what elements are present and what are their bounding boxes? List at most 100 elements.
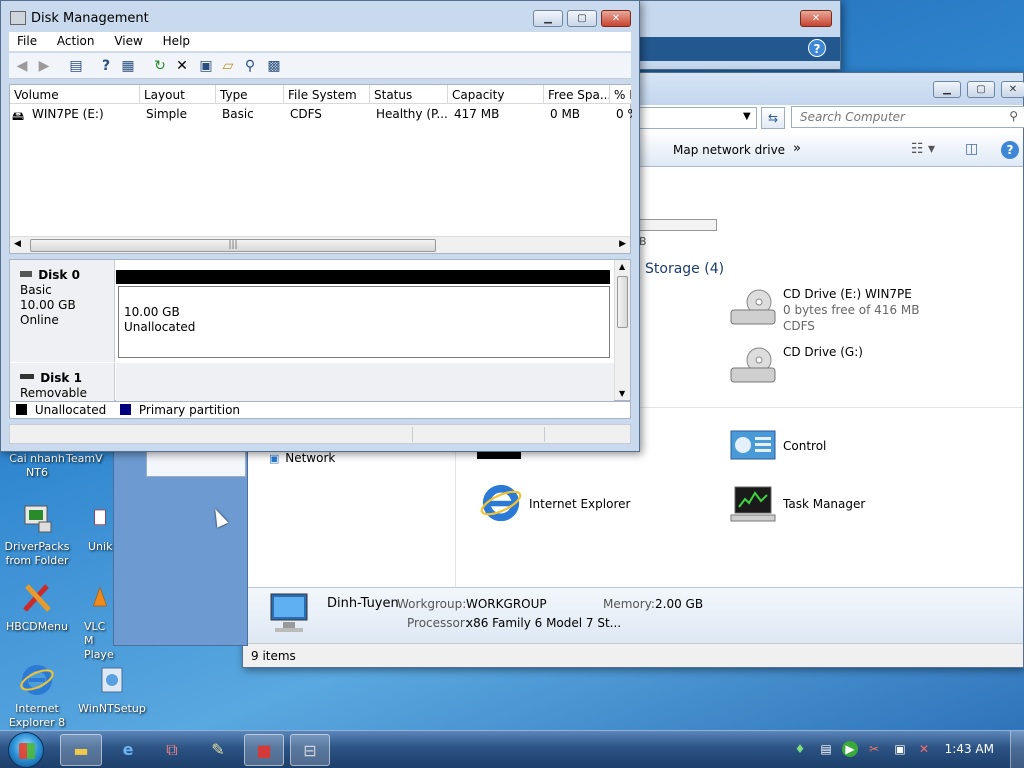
back-icon[interactable]: ◀ xyxy=(13,57,31,75)
tray-volume-muted-icon[interactable]: ✕ xyxy=(916,741,932,757)
col-capacity[interactable]: Capacity xyxy=(448,85,544,104)
menu-bar: File Action View Help xyxy=(9,32,631,52)
col-type[interactable]: Type xyxy=(216,85,284,104)
taskbar: ▬ e ⧉ ✎ ■ ⊟ ♦ ▤ ▶ ✂ ▣ ✕ 1:43 AM xyxy=(0,730,1024,768)
open-folder-icon[interactable]: ▱ xyxy=(219,57,237,75)
taskbar-pin-tool[interactable]: ✎ xyxy=(198,734,238,766)
map-network-drive-button[interactable]: Map network drive xyxy=(673,143,785,157)
taskbar-disk-management[interactable]: ⊟ xyxy=(290,734,330,766)
taskbar-toolbox[interactable]: ■ xyxy=(244,734,284,766)
scrollbar-thumb[interactable]: ||| xyxy=(30,239,436,252)
menu-help[interactable]: Help xyxy=(155,32,198,50)
close-button[interactable]: ✕ xyxy=(601,10,631,27)
removable-disk-icon xyxy=(20,374,34,379)
disk0-partition[interactable]: 10.00 GB Unallocated xyxy=(118,286,610,358)
maximize-button[interactable]: ▢ xyxy=(567,10,597,27)
taskbar-internet-explorer[interactable]: e xyxy=(108,734,148,766)
volume-list: Volume Layout Type File System Status Ca… xyxy=(9,84,632,254)
storage-section-header[interactable]: Storage (4) xyxy=(645,261,724,277)
address-dropdown-icon[interactable]: ▼ xyxy=(743,111,751,122)
col-status[interactable]: Status xyxy=(370,85,448,104)
taskbar-network-tool[interactable]: ⧉ xyxy=(152,734,192,766)
disk0-unallocated-bar xyxy=(116,270,610,284)
minimize-button[interactable]: ▁ xyxy=(933,81,961,98)
cell-volume: WIN7PE (E:) xyxy=(32,107,104,121)
menu-file[interactable]: File xyxy=(9,32,45,50)
cd-drive-e-name: CD Drive (E:) WIN7PE xyxy=(783,287,912,301)
forward-icon[interactable]: ▶ xyxy=(35,57,53,75)
dm-status-bar xyxy=(9,424,631,444)
minimize-button[interactable]: ▁ xyxy=(533,10,563,27)
start-button[interactable] xyxy=(8,732,44,768)
views-icon[interactable]: ☷ ▾ xyxy=(911,141,935,157)
desktop-icon-winntsetup[interactable]: WinNTSetup xyxy=(76,662,148,716)
scroll-down-icon[interactable]: ▼ xyxy=(619,389,625,398)
delete-icon[interactable]: ✕ xyxy=(173,57,191,75)
desktop-icon-internet-explorer[interactable]: Internet Explorer 8 xyxy=(1,662,73,730)
col-percent-free[interactable]: % F xyxy=(610,85,632,104)
col-layout[interactable]: Layout xyxy=(140,85,216,104)
background-window-panel xyxy=(113,446,248,646)
menu-action[interactable]: Action xyxy=(49,32,103,50)
help-icon[interactable]: ? xyxy=(1001,141,1019,159)
close-button[interactable]: ✕ xyxy=(1001,81,1024,98)
refresh-icon[interactable]: ↻ xyxy=(151,57,169,75)
taskbar-clock[interactable]: 1:43 AM xyxy=(945,742,994,756)
legend-primary: Primary partition xyxy=(138,403,241,417)
more-commands-button[interactable]: » xyxy=(793,141,801,156)
cd-drive-icon xyxy=(730,289,776,325)
desktop-icon-driverpacks[interactable]: DriverPacks from Folder xyxy=(1,500,73,568)
col-volume[interactable]: Volume xyxy=(10,85,140,104)
tray-monitor-icon[interactable]: ▤ xyxy=(818,741,834,757)
tray-network-icon[interactable]: ♦ xyxy=(792,741,808,757)
vertical-scrollbar[interactable]: ▲ ▼ xyxy=(614,260,630,400)
disk0-size: 10.00 GB xyxy=(20,298,76,312)
help-icon[interactable]: ? xyxy=(808,39,826,57)
tray-play-icon[interactable]: ▶ xyxy=(842,741,858,757)
bg-close-button[interactable]: ✕ xyxy=(800,10,832,27)
tray-display-icon[interactable]: ▣ xyxy=(892,741,908,757)
tray-tools-icon[interactable]: ✂ xyxy=(866,741,882,757)
background-window[interactable]: ✕ ? xyxy=(633,0,841,70)
scroll-left-icon[interactable]: ◀ xyxy=(14,239,21,249)
network-tool-icon: ⧉ xyxy=(166,740,178,759)
maximize-icon: ▢ xyxy=(577,13,587,24)
cell-status: Healthy (P... xyxy=(376,107,448,121)
close-icon: ✕ xyxy=(811,13,821,24)
hbcdmenu-label: HBCDMenu xyxy=(6,620,68,633)
maximize-icon: ▢ xyxy=(976,84,986,95)
disk1-area xyxy=(116,363,614,401)
menu-view[interactable]: View xyxy=(106,32,150,50)
scroll-up-icon[interactable]: ▲ xyxy=(619,262,625,271)
check-disk-icon[interactable]: ▣ xyxy=(197,57,215,75)
desktop-icon-hbcdmenu[interactable]: HBCDMenu xyxy=(1,580,73,634)
control-label: Control xyxy=(783,439,827,453)
search-input[interactable]: Search Computer ⚲ xyxy=(791,106,1024,128)
window-title: Disk Management xyxy=(31,11,149,26)
disk-management-window[interactable]: Disk Management ▁ ▢ ✕ File Action View H… xyxy=(0,0,640,452)
refresh-button[interactable]: ⇆ xyxy=(761,107,785,129)
taskbar-explorer[interactable]: ▬ xyxy=(60,734,102,766)
horizontal-scrollbar[interactable]: ◀ ||| ▶ xyxy=(10,236,630,253)
help-icon[interactable]: ? xyxy=(97,57,115,75)
settings-icon[interactable]: ▩ xyxy=(265,57,283,75)
tools-icon xyxy=(23,584,51,612)
show-hide-console-tree-icon[interactable]: ▤ xyxy=(67,57,85,75)
desktop-icon-cai-nhanh[interactable]: Cai nhanh NT6 xyxy=(1,452,73,480)
show-desktop-button[interactable] xyxy=(1010,731,1024,768)
scrollbar-thumb[interactable] xyxy=(617,276,628,328)
maximize-button[interactable]: ▢ xyxy=(967,81,995,98)
col-file-system[interactable]: File System xyxy=(284,85,370,104)
col-free-space[interactable]: Free Spa... xyxy=(544,85,610,104)
scroll-right-icon[interactable]: ▶ xyxy=(619,239,626,249)
folder-icon: ▬ xyxy=(73,741,89,760)
properties-icon[interactable]: ▦ xyxy=(119,57,137,75)
disk1-info[interactable]: Disk 1 Removable (F:) xyxy=(10,363,115,415)
teamviewer-label: TeamV xyxy=(66,452,103,465)
preview-pane-icon[interactable]: ◫ xyxy=(965,141,978,157)
disk0-info[interactable]: Disk 0 Basic 10.00 GB Online xyxy=(10,260,115,362)
search-icon[interactable]: ⚲ xyxy=(241,57,259,75)
network-nav-item[interactable]: ▣ Network xyxy=(269,451,335,465)
internet-explorer-label: Internet Explorer xyxy=(529,497,631,511)
control-panel-icon xyxy=(730,430,776,460)
